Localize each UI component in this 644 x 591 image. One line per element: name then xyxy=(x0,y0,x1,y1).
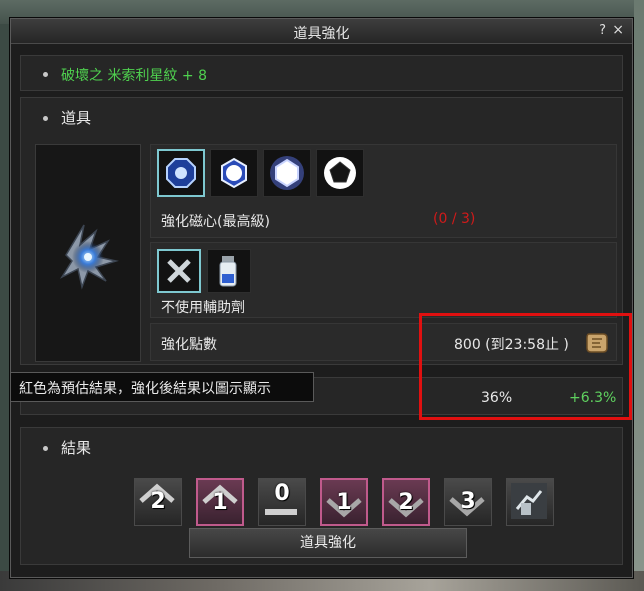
tooltip: 紅色為預估結果，強化後結果以圖示顯示 xyxy=(10,372,314,402)
result-number: 1 xyxy=(336,490,352,515)
core-slot-2[interactable] xyxy=(210,149,258,197)
bullet-icon xyxy=(43,72,48,77)
result-number: 2 xyxy=(150,489,166,514)
core-slot-1[interactable] xyxy=(157,149,205,197)
pentagon-core-icon xyxy=(324,157,356,189)
assist-slot-none[interactable] xyxy=(157,249,201,293)
section-label-item: 道具 xyxy=(61,109,92,127)
result-down-3-icon: 3 xyxy=(444,478,492,526)
emblem-icon xyxy=(59,224,119,290)
assist-slot-potion[interactable] xyxy=(207,249,251,293)
assist-label: 不使用輔助劑 xyxy=(161,300,245,316)
highlight-box xyxy=(419,313,632,420)
title-bar[interactable]: 道具強化 ? × xyxy=(11,19,632,44)
section-label-result: 結果 xyxy=(61,439,92,457)
blue-core-icon xyxy=(166,158,196,188)
bullet-icon xyxy=(43,116,48,121)
result-down-1-icon: 1 xyxy=(320,478,368,526)
points-label: 強化點數 xyxy=(161,337,217,353)
assist-row: 不使用輔助劑 xyxy=(150,242,617,318)
item-name-panel: 破壞之 米索利星紋 + 8 xyxy=(20,55,623,91)
window-title: 道具強化 xyxy=(293,26,350,42)
item-slot[interactable] xyxy=(35,144,141,362)
white-glow-core-icon xyxy=(270,156,304,190)
result-broken-icon xyxy=(506,478,554,526)
core-slot-4[interactable] xyxy=(316,149,364,197)
core-row: 強化磁心(最高級) (0 / 3) xyxy=(150,144,617,238)
core-count: (0 / 3) xyxy=(433,211,476,227)
result-0-icon: 0 xyxy=(258,478,306,526)
background-right xyxy=(634,0,644,591)
enhance-window: 道具強化 ? × 破壞之 米索利星紋 + 8 道具 強化磁心(最高級) (0 /… xyxy=(10,18,633,578)
bullet-icon xyxy=(43,446,48,451)
close-button[interactable]: × xyxy=(612,22,624,38)
result-number: 3 xyxy=(460,489,476,514)
result-up-1-icon: 1 xyxy=(196,478,244,526)
core-slot-3[interactable] xyxy=(263,149,311,197)
no-assist-x-icon xyxy=(167,259,191,283)
result-down-2-icon: 2 xyxy=(382,478,430,526)
blue-gem-icon xyxy=(221,157,247,189)
core-label: 強化磁心(最高級) xyxy=(161,214,270,230)
assist-potion-icon xyxy=(219,256,237,287)
result-number: 1 xyxy=(212,490,228,515)
result-number: 2 xyxy=(398,490,414,515)
result-number: 0 xyxy=(274,481,290,506)
help-button[interactable]: ? xyxy=(599,23,606,38)
enhance-button[interactable]: 道具強化 xyxy=(189,528,467,558)
item-name: 破壞之 米索利星紋 + 8 xyxy=(61,68,207,84)
result-up-2-icon: 2 xyxy=(134,478,182,526)
